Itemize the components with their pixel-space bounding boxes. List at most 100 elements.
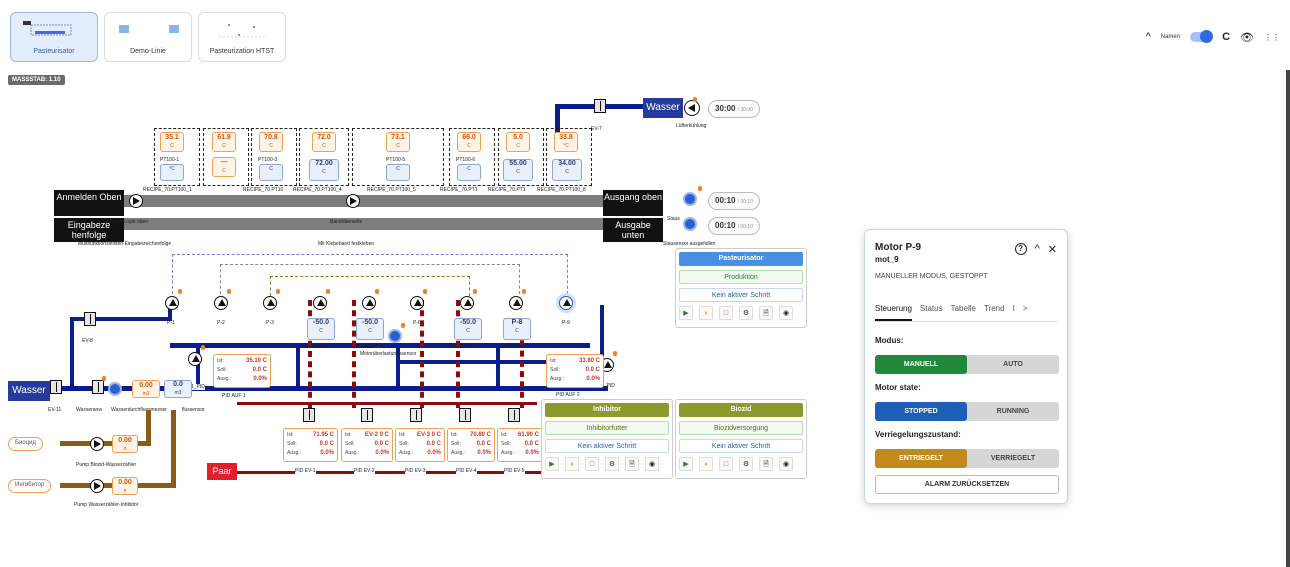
tab-trend[interactable]: Trend [984, 304, 1005, 321]
help-icon[interactable]: ? [1014, 243, 1027, 255]
panel-state[interactable]: Inhibitorfutter [545, 421, 669, 435]
belt-motor-icon[interactable] [129, 194, 143, 208]
valve-ev4[interactable] [459, 408, 471, 422]
pid-ev4-box[interactable]: Ist: 70.80 C Soll: 0.0 C Ausg.: 0.0% [447, 428, 495, 462]
setpoint-8[interactable]: 34.00 C [552, 159, 582, 181]
grid-icon[interactable]: ⋮⋮ [1264, 33, 1280, 42]
valve-wasseranw[interactable] [92, 380, 104, 394]
settings-icon[interactable]: ⚙ [739, 306, 753, 320]
inhib-pump-icon[interactable] [90, 479, 104, 493]
temp-pt100-6[interactable]: 66.0 C [457, 132, 481, 152]
valve-ev11[interactable] [50, 380, 62, 394]
refresh-icon[interactable]: C [1222, 31, 1230, 43]
temp-8[interactable]: 33.8 °C [554, 132, 578, 152]
flow-sensor-icon[interactable] [108, 382, 122, 396]
stop-icon[interactable]: □ [719, 306, 733, 320]
panel-state[interactable]: Produktion [679, 270, 803, 284]
eye-icon[interactable]: ◉ [779, 306, 793, 320]
panel-step[interactable]: Kein aktiver Schritt [679, 288, 803, 302]
tab-steuerung[interactable]: Steuerung [875, 304, 912, 321]
tabs-next-icon[interactable]: > [1023, 304, 1028, 321]
pump-p7-icon[interactable] [460, 296, 474, 310]
tab-demo-linie[interactable]: Demo-Linie [104, 12, 192, 62]
running-button[interactable]: RUNNING [967, 402, 1059, 421]
setpoint-7[interactable]: 55.00 C [503, 159, 533, 181]
overload-sensor-icon[interactable] [388, 329, 402, 343]
pump-p1-pid-icon[interactable] [188, 352, 202, 366]
pause-icon[interactable]: ⏸ [699, 306, 713, 320]
play-icon[interactable]: ▶ [679, 306, 693, 320]
valve-ev3[interactable] [410, 408, 422, 422]
setpoint-2[interactable]: — C [212, 157, 236, 177]
eye-icon[interactable]: 👁 [1240, 31, 1254, 44]
valve-ev8[interactable] [84, 312, 96, 326]
setpoint-pt100-3[interactable]: C [259, 164, 283, 181]
pump-p2-icon[interactable] [214, 296, 228, 310]
stop-icon[interactable]: □ [719, 457, 733, 471]
pump-p6-icon[interactable] [410, 296, 424, 310]
sensor-blue-icon[interactable] [683, 192, 697, 206]
inhib-value[interactable]: 0.00 л [112, 477, 138, 495]
setpoint-pt100-5[interactable]: C [386, 164, 410, 181]
scrollbar[interactable] [1286, 70, 1290, 567]
valve-ev5[interactable] [508, 408, 520, 422]
tab-more[interactable]: I [1013, 304, 1015, 321]
pause-icon[interactable]: ⏸ [699, 457, 713, 471]
pump-p8-value[interactable]: P-8 C [503, 318, 531, 340]
play-icon[interactable]: ▶ [679, 457, 693, 471]
pid-ev3-box[interactable]: Ist: EV-3 0 C Soll: 0.0 C Ausg.: 0.0% [395, 428, 445, 462]
pump-p7-value[interactable]: -50.0 C [454, 318, 482, 340]
play-icon[interactable]: ▶ [545, 457, 559, 471]
panel-head[interactable]: Inhibitor [545, 403, 669, 417]
temp-pt100-5[interactable]: 73.1 C [386, 132, 410, 152]
setpoint-4[interactable]: 72.00 C [309, 159, 339, 181]
panel-step[interactable]: Kein aktiver Schritt [545, 439, 669, 453]
pump-p8-icon[interactable] [509, 296, 523, 310]
panel-state[interactable]: Biozidversorgung [679, 421, 803, 435]
pid-ev2-box[interactable]: Ist: EV-2 0 C Soll: 0.0 C Ausg.: 0.0% [341, 428, 393, 462]
flow-value-1[interactable]: 0.00 m3 [132, 380, 160, 398]
collapse-icon[interactable]: ^ [1035, 243, 1040, 256]
stop-icon[interactable]: □ [585, 457, 599, 471]
stopped-button[interactable]: STOPPED [875, 402, 967, 421]
tab-status[interactable]: Status [920, 304, 943, 321]
tab-tabelle[interactable]: Tabelle [951, 304, 976, 321]
sensor-blue-icon[interactable] [683, 217, 697, 231]
alarm-reset-button[interactable]: ALARM ZURÜCKSETZEN [875, 475, 1059, 494]
pid-ev1-box[interactable]: Ist: 71.95 C Soll: 0.0 C Ausg.: 0.0% [283, 428, 338, 462]
panel-step[interactable]: Kein aktiver Schritt [679, 439, 803, 453]
document-icon[interactable]: 🗎 [759, 457, 773, 471]
pump-p5-value[interactable]: -50.0 C [356, 318, 384, 340]
pump-p9-icon[interactable] [559, 296, 573, 310]
valve-ev7[interactable] [594, 99, 606, 113]
belt-anmelden[interactable]: Anmelden Oben [54, 190, 124, 216]
manuell-button[interactable]: MANUELL [875, 355, 967, 374]
temp-7[interactable]: 5.0 C [506, 132, 530, 152]
belt-ausgang[interactable]: Ausgang oben [603, 190, 663, 216]
flow-value-2[interactable]: 0.0 m3 [164, 380, 192, 398]
valve-ev2[interactable] [361, 408, 373, 422]
chevron-up-icon[interactable]: ^ [1146, 31, 1151, 43]
document-icon[interactable]: 🗎 [759, 306, 773, 320]
panel-head[interactable]: Pasteurisator [679, 252, 803, 266]
biocid-pump-icon[interactable] [90, 437, 104, 451]
tab-pasteurisator[interactable]: Pasteurisator [10, 12, 98, 62]
belt-ausgabe[interactable]: Ausgabe unten [603, 218, 663, 242]
valve-ev1[interactable] [303, 408, 315, 422]
setpoint-pt100-6[interactable]: C [457, 164, 481, 181]
paar-button[interactable]: Paar [207, 463, 237, 480]
close-icon[interactable]: ✕ [1048, 243, 1057, 256]
pid-ev5-box[interactable]: Ist: 61.90 C Soll: 0.0 C Ausg.: 0.0% [497, 428, 543, 462]
pid-box-2[interactable]: Ist: 33.80 C Soll: 0.0 C Ausg.: 0.0% [546, 354, 604, 388]
document-icon[interactable]: 🗎 [625, 457, 639, 471]
belt-motor-icon[interactable] [346, 194, 360, 208]
temp-pt100-1[interactable]: 35.1 C [160, 132, 184, 152]
pump-p3-icon[interactable] [263, 296, 277, 310]
pump-p5-icon[interactable] [362, 296, 376, 310]
settings-icon[interactable]: ⚙ [739, 457, 753, 471]
eye-icon[interactable]: ◉ [779, 457, 793, 471]
temp-4[interactable]: 72.0 C [312, 132, 336, 152]
temp-2[interactable]: 61.9 C [212, 132, 236, 152]
setpoint-pt100-1[interactable]: °C [160, 164, 184, 181]
pid-box-1[interactable]: Ist: 35.10 C Soll: 0.0 C Ausg.: 0.0% [213, 354, 271, 388]
